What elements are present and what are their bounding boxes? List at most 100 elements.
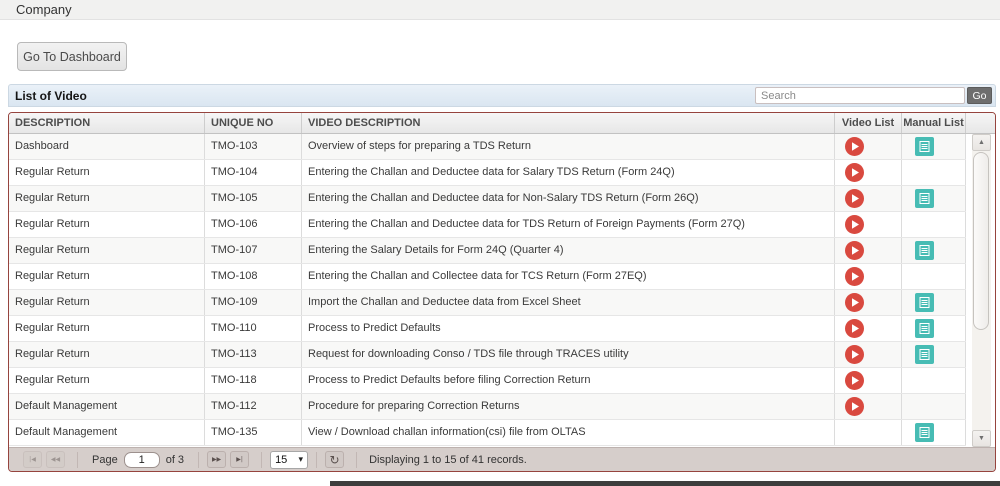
cell-manual-list [902, 394, 966, 419]
scroll-down-button[interactable]: ▼ [972, 430, 991, 447]
cell-description: Regular Return [9, 238, 205, 263]
prev-page-button[interactable]: ◀◀ [46, 451, 65, 468]
search-input[interactable] [755, 87, 965, 104]
play-icon[interactable] [845, 293, 864, 312]
panel-header: List of Video Go [8, 84, 996, 107]
column-header-video-list[interactable]: Video List [835, 113, 902, 133]
column-header-video-description[interactable]: VIDEO DESCRIPTION [302, 113, 835, 133]
table-row: Regular Return TMO-118 Process to Predic… [9, 368, 966, 394]
cell-video-list [835, 134, 902, 159]
cell-video-list [835, 290, 902, 315]
cell-description: Default Management [9, 420, 205, 445]
arrow-down-icon: ▼ [978, 435, 985, 442]
scroll-up-button[interactable]: ▲ [972, 134, 991, 151]
seek-next-icon: ▶▶ [211, 456, 222, 463]
table-row: Regular Return TMO-113 Request for downl… [9, 342, 966, 368]
cell-unique-no: TMO-113 [205, 342, 302, 367]
manual-icon[interactable] [915, 319, 934, 338]
page-number-input[interactable] [123, 451, 160, 468]
play-icon[interactable] [845, 371, 864, 390]
cell-video-description: Entering the Challan and Deductee data f… [302, 212, 835, 237]
cell-unique-no: TMO-107 [205, 238, 302, 263]
play-icon[interactable] [845, 319, 864, 338]
seek-prev-icon: ◀◀ [50, 456, 61, 463]
manual-icon[interactable] [915, 423, 934, 442]
play-icon[interactable] [845, 241, 864, 260]
cell-description: Regular Return [9, 316, 205, 341]
manual-icon[interactable] [915, 345, 934, 364]
cell-video-description: Process to Predict Defaults before filin… [302, 368, 835, 393]
vertical-scrollbar[interactable]: ▲ ▼ [966, 134, 994, 447]
chevron-down-icon: ▾ [298, 454, 304, 464]
play-icon[interactable] [845, 137, 864, 156]
cell-video-list [835, 212, 902, 237]
cell-description: Regular Return [9, 264, 205, 289]
cell-video-description: Procedure for preparing Correction Retur… [302, 394, 835, 419]
first-page-button[interactable]: |◀ [23, 451, 42, 468]
search-go-button[interactable]: Go [967, 87, 992, 104]
cell-manual-list [902, 160, 966, 185]
cell-manual-list [902, 238, 966, 263]
cell-video-description: Process to Predict Defaults [302, 316, 835, 341]
table-row: Default Management TMO-112 Procedure for… [9, 394, 966, 420]
play-icon[interactable] [845, 397, 864, 416]
cell-video-list [835, 238, 902, 263]
cell-description: Regular Return [9, 290, 205, 315]
play-icon[interactable] [845, 163, 864, 182]
column-header-description[interactable]: DESCRIPTION [9, 113, 205, 133]
column-header-unique-no[interactable]: UNIQUE NO [205, 113, 302, 133]
cell-manual-list [902, 342, 966, 367]
cell-unique-no: TMO-105 [205, 186, 302, 211]
scrollbar-track[interactable] [972, 151, 991, 430]
pager-separator [198, 451, 200, 468]
play-icon[interactable] [845, 189, 864, 208]
cell-video-list [835, 316, 902, 341]
refresh-button[interactable]: ↻ [325, 451, 345, 468]
records-summary: Displaying 1 to 15 of 41 records. [369, 453, 527, 466]
scrollbar-thumb[interactable] [973, 152, 989, 330]
page: Company Go To Dashboard List of Video Go… [0, 0, 1000, 486]
manual-icon[interactable] [915, 137, 934, 156]
manual-icon[interactable] [915, 189, 934, 208]
page-size-value: 15 [275, 453, 288, 466]
app-header: Company [0, 0, 1000, 20]
manual-icon[interactable] [915, 241, 934, 260]
table-row: Regular Return TMO-104 Entering the Chal… [9, 160, 966, 186]
refresh-icon: ↻ [329, 452, 340, 467]
table-body-wrap: Dashboard TMO-103 Overview of steps for … [9, 134, 995, 447]
page-size-select[interactable]: 15 ▾ [270, 450, 309, 469]
cell-unique-no: TMO-104 [205, 160, 302, 185]
play-icon[interactable] [845, 215, 864, 234]
cell-unique-no: TMO-106 [205, 212, 302, 237]
table-row: Dashboard TMO-103 Overview of steps for … [9, 134, 966, 160]
panel-title: List of Video [15, 88, 87, 103]
play-icon[interactable] [845, 345, 864, 364]
next-page-button[interactable]: ▶▶ [207, 451, 227, 468]
cell-video-description: Import the Challan and Deductee data fro… [302, 290, 835, 315]
search-bar: Go [755, 87, 992, 104]
cell-manual-list [902, 290, 966, 315]
page-label: Page [92, 453, 118, 466]
cell-manual-list [902, 134, 966, 159]
cell-video-description: Entering the Challan and Deductee data f… [302, 160, 835, 185]
bottom-bar [330, 481, 1000, 486]
cell-unique-no: TMO-108 [205, 264, 302, 289]
cell-manual-list [902, 212, 966, 237]
cell-manual-list [902, 186, 966, 211]
pager-separator [77, 451, 78, 468]
play-icon[interactable] [845, 267, 864, 286]
manual-icon[interactable] [915, 293, 934, 312]
cell-description: Regular Return [9, 212, 205, 237]
cell-video-description: Entering the Salary Details for Form 24Q… [302, 238, 835, 263]
cell-description: Regular Return [9, 342, 205, 367]
cell-description: Regular Return [9, 160, 205, 185]
table-row: Default Management TMO-135 View / Downlo… [9, 420, 966, 446]
seek-last-icon: ▶| [236, 456, 243, 463]
go-to-dashboard-button[interactable]: Go To Dashboard [17, 42, 127, 71]
cell-manual-list [902, 420, 966, 445]
last-page-button[interactable]: ▶| [230, 451, 250, 468]
cell-video-description: Entering the Challan and Deductee data f… [302, 186, 835, 211]
column-header-manual-list[interactable]: Manual List [902, 113, 966, 133]
pager-separator [356, 451, 358, 468]
cell-video-description: View / Download challan information(csi)… [302, 420, 835, 445]
